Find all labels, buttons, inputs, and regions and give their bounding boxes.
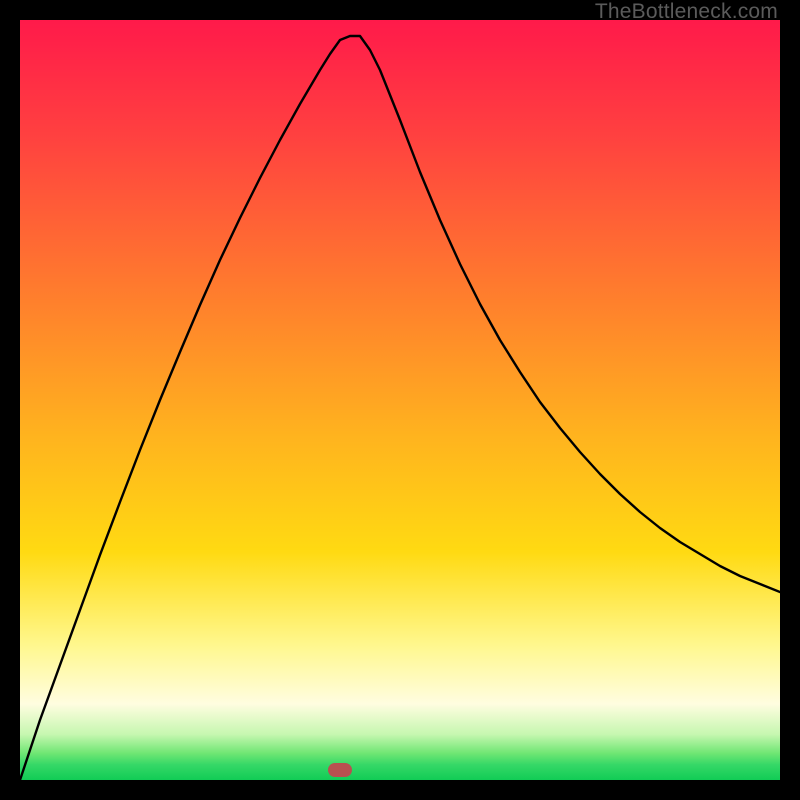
min-marker	[328, 763, 352, 777]
curve-path	[20, 36, 780, 780]
curve-svg	[20, 20, 780, 780]
plot-area	[20, 20, 780, 780]
chart-frame: TheBottleneck.com	[0, 0, 800, 800]
